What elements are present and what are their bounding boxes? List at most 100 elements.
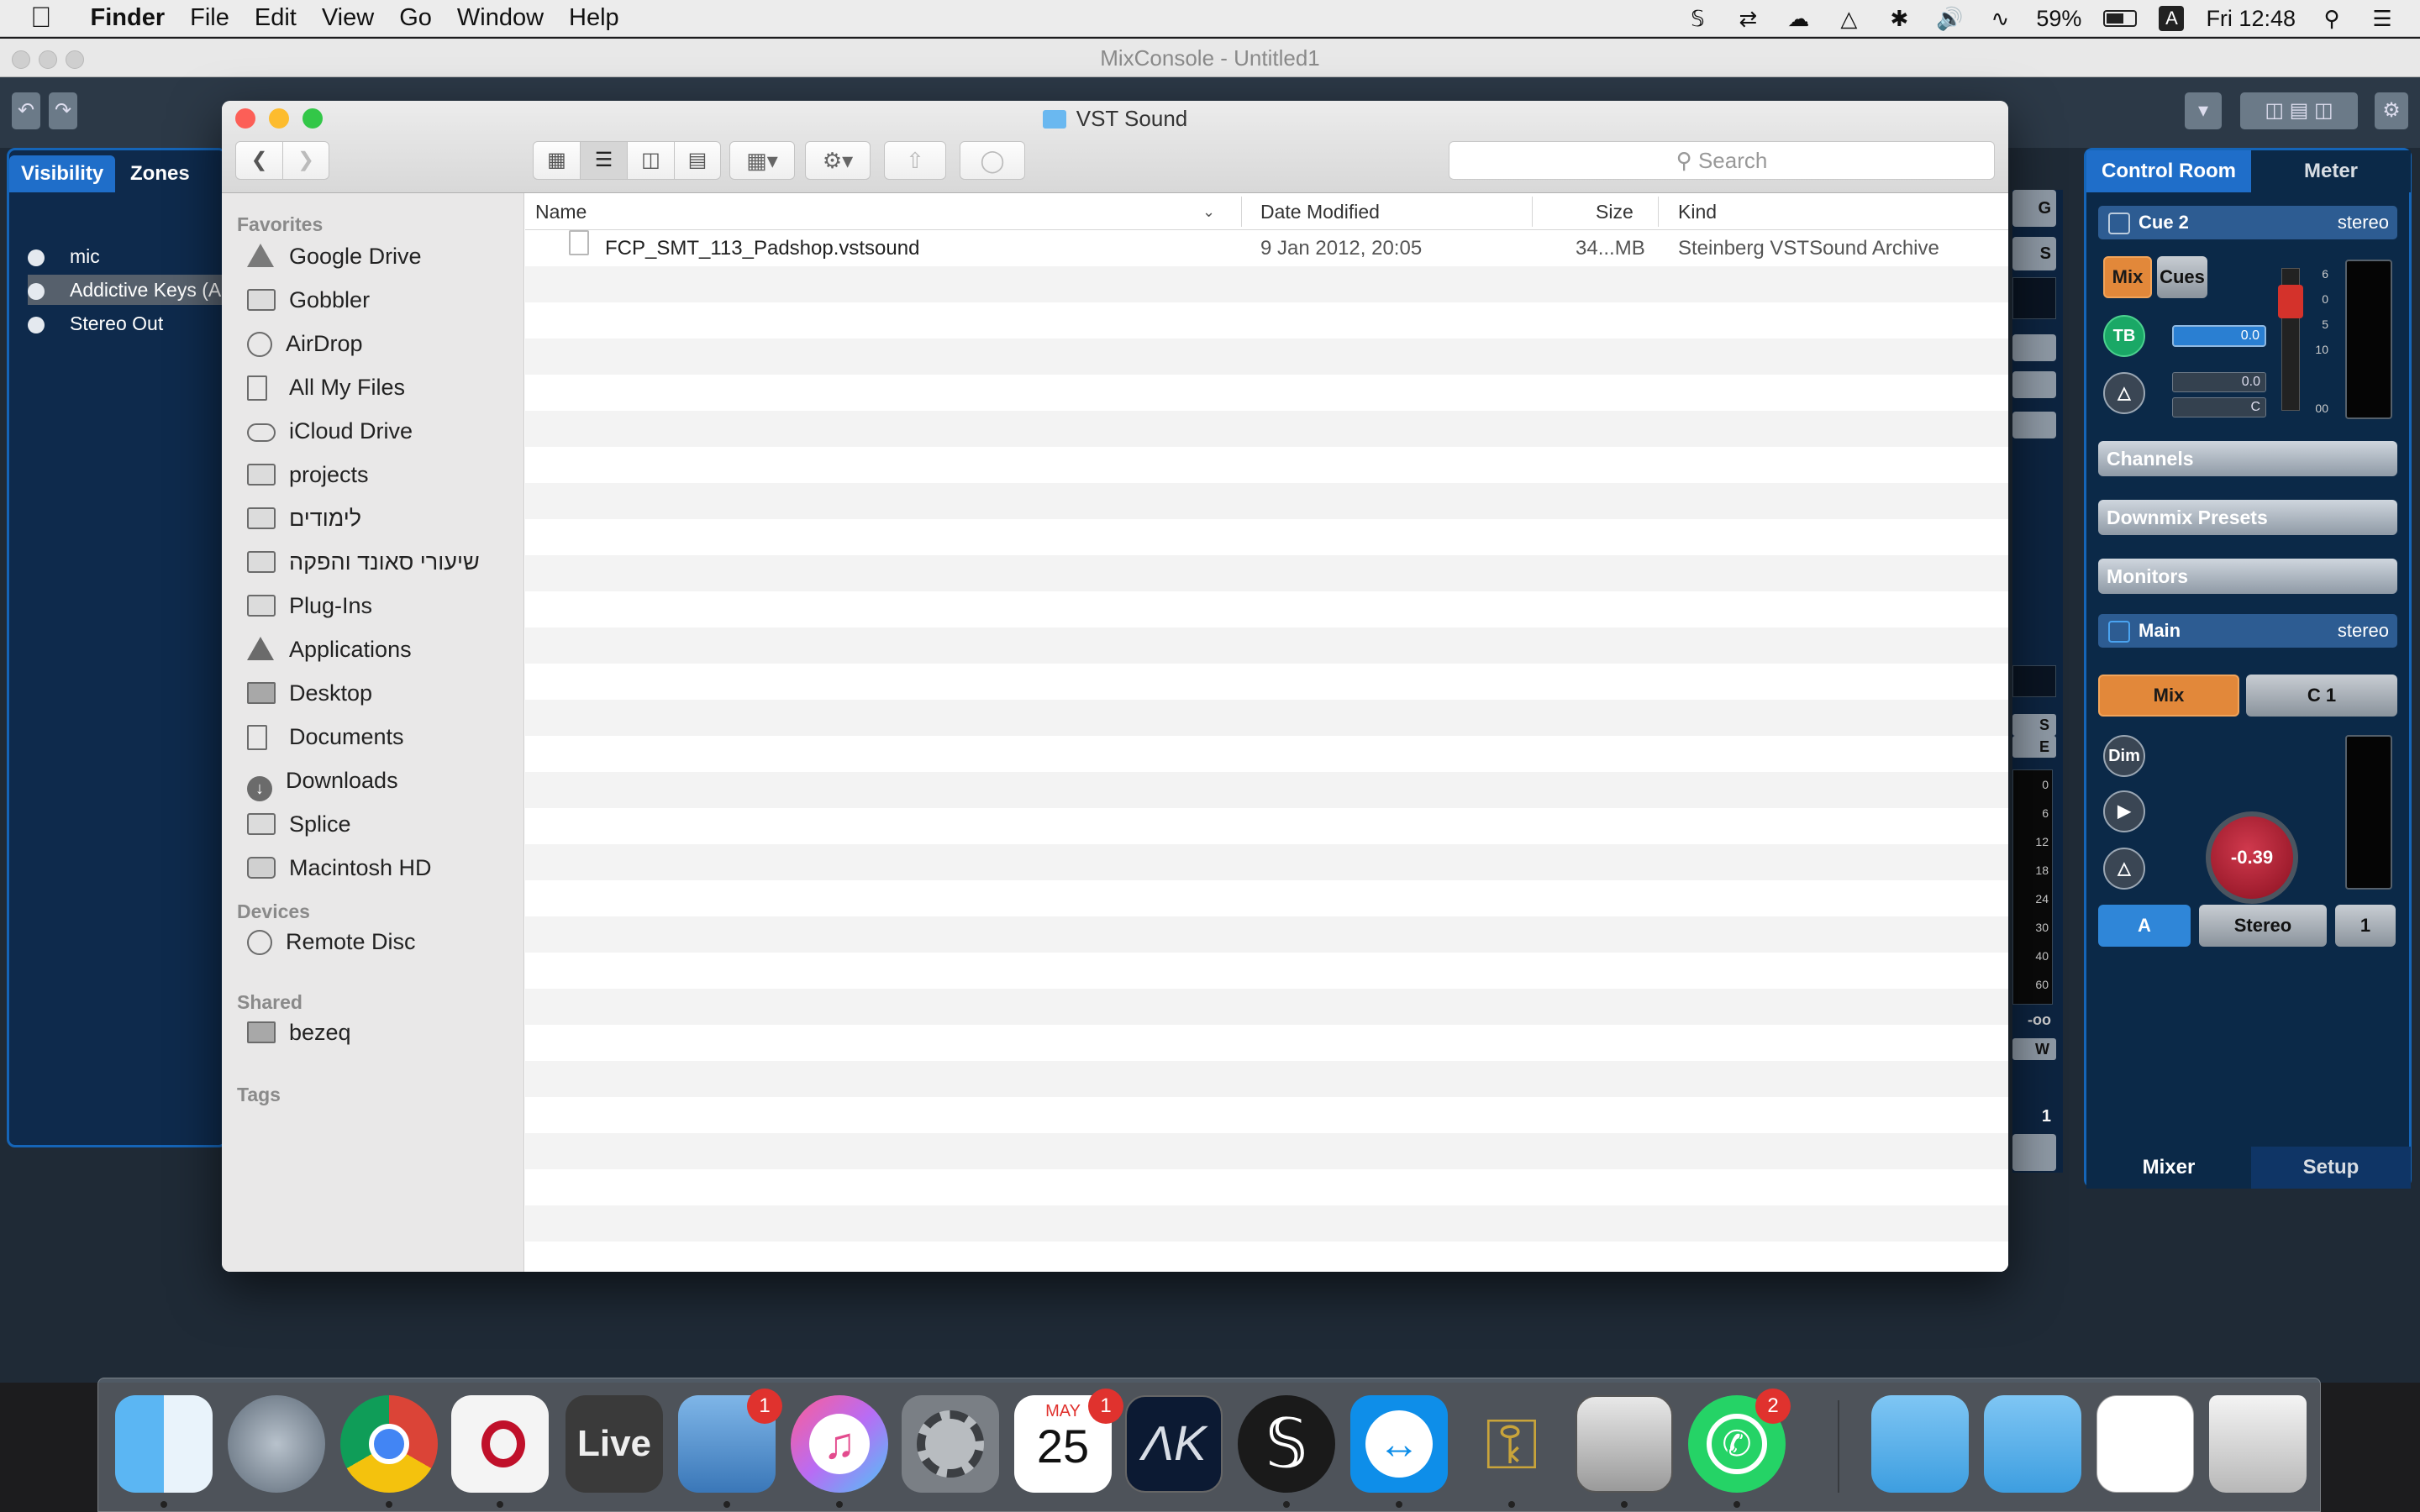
tab-visibility[interactable]: Visibility [9,155,116,192]
strip-slot[interactable] [2012,334,2056,361]
action-gear-icon[interactable]: ⚙▾ [805,141,871,180]
document-icon[interactable] [2096,1395,2194,1493]
documents-folder-icon[interactable] [1984,1395,2081,1493]
tab-meter[interactable]: Meter [2251,150,2411,192]
column-name[interactable]: Name [535,193,587,230]
sidebar-item-remote-disc[interactable]: Remote Disc [247,921,416,963]
metronome-icon[interactable]: △ [2103,848,2145,890]
addictive-keys-icon[interactable]: ΛK [1125,1395,1223,1493]
power-icon[interactable] [2108,621,2130,643]
audiofuse-icon[interactable] [1576,1395,1673,1493]
visibility-item-mic[interactable]: mic [28,241,229,271]
sidebar-item-icloud-drive[interactable]: iCloud Drive [247,410,413,452]
main-header[interactable]: Main stereo [2098,614,2397,648]
section-monitors[interactable]: Monitors [2098,559,2397,594]
teamviewer-icon[interactable]: ↔ [1350,1395,1448,1493]
listen-icon[interactable]: ▶ [2103,790,2145,832]
click-level[interactable]: 0.0 [2172,372,2266,392]
talkback-level[interactable]: 0.0 [2172,325,2266,347]
sidebar-item-airdrop[interactable]: AirDrop [247,323,363,365]
notification-center-icon[interactable]: ☰ [2368,6,2396,31]
search-field[interactable]: ⚲ Search [1449,141,1995,180]
strip-edit-button[interactable]: E [2012,736,2056,758]
gear-icon[interactable]: ⚙ [2375,92,2408,129]
menu-help[interactable]: Help [569,4,619,32]
column-divider[interactable] [1241,197,1242,227]
group-by-icon[interactable]: ▦▾ [729,141,795,180]
main-c1-button[interactable]: C 1 [2246,675,2397,717]
metronome-icon[interactable]: △ [2103,372,2145,414]
visibility-dot-icon[interactable] [28,249,45,266]
cue-fader-handle[interactable] [2278,285,2303,318]
visibility-dot-icon[interactable] [28,282,45,300]
strip-solo-button[interactable]: S [2012,714,2056,736]
menu-edit[interactable]: Edit [255,4,297,32]
strip-write-button[interactable]: W [2012,1038,2056,1060]
sidebar-item-documents[interactable]: Documents [247,716,404,758]
main-channel-button[interactable]: 1 [2335,905,2396,947]
column-date-modified[interactable]: Date Modified [1260,193,1380,230]
chrome-icon[interactable] [340,1395,438,1493]
menu-go[interactable]: Go [399,4,432,32]
sidebar-item-plug-ins[interactable]: Plug-Ins [247,585,372,627]
strip-slot[interactable] [2012,412,2056,438]
cue-cues-button[interactable]: Cues [2157,256,2207,298]
cue-header[interactable]: Cue 2 stereo [2098,206,2397,239]
list-view-icon[interactable]: ☰ [581,142,628,179]
launchpad-icon[interactable] [228,1395,325,1493]
menu-view[interactable]: View [322,4,374,32]
clock[interactable]: Fri 12:48 [2206,6,2296,32]
section-channels[interactable]: Channels [2098,441,2397,476]
teamviewer-icon[interactable]: ⇄ [1733,6,1762,31]
folder-icon[interactable] [1871,1395,1969,1493]
sidebar-item-applications[interactable]: Applications [247,628,412,670]
ableton-live-icon[interactable]: Live [566,1395,663,1493]
dropdown-icon[interactable]: ▾ [2185,92,2222,129]
close-button[interactable] [12,50,30,69]
main-mix-button[interactable]: Mix [2098,675,2239,717]
main-volume-knob[interactable]: -0.39 [2206,811,2298,904]
speaker-a-button[interactable]: A [2098,905,2191,947]
strip-slot[interactable] [2012,371,2056,398]
sidebar-item-macintosh-hd[interactable]: Macintosh HD [247,847,432,889]
visibility-item-stereo-out[interactable]: Stereo Out [28,308,229,339]
sidebar-item-all-my-files[interactable]: All My Files [247,366,405,408]
sidebar-item-studies[interactable]: לימודים [247,497,361,539]
back-arrow-icon[interactable]: ❮ [236,142,283,179]
tab-control-room[interactable]: Control Room [2086,150,2251,192]
icon-view-icon[interactable]: ▦ [534,142,581,179]
share-icon[interactable]: ⇧ [884,141,946,180]
sidebar-item-gobbler[interactable]: Gobbler [247,279,370,321]
tab-zones[interactable]: Zones [118,155,202,192]
sidebar-item-splice[interactable]: Splice [247,803,351,845]
wifi-icon[interactable]: ∿ [1986,6,2014,31]
layout-icons[interactable]: ◫ ▤ ◫ [2240,92,2358,129]
strip-name-slot[interactable] [2012,1134,2056,1171]
section-downmix-presets[interactable]: Downmix Presets [2098,500,2397,535]
zoom-button[interactable] [66,50,84,69]
click-pan[interactable]: C [2172,397,2266,417]
forward-arrow-icon[interactable]: ❯ [283,142,329,179]
downmix-stereo-button[interactable]: Stereo [2199,905,2327,947]
column-size[interactable]: Size [1596,193,1634,230]
cloud-icon[interactable]: ☁ [1784,6,1812,31]
finder-icon[interactable] [115,1395,213,1493]
dim-button[interactable]: Dim [2103,735,2145,777]
battery-percent[interactable]: 59% [2036,6,2081,32]
sort-chevron-icon[interactable]: ⌄ [1202,193,1215,230]
cubase-icon[interactable] [451,1395,549,1493]
volume-icon[interactable]: 🔊 [1935,6,1964,31]
redo-icon[interactable]: ↷ [49,92,77,129]
coverflow-view-icon[interactable]: ▤ [675,142,720,179]
airplay-icon[interactable]: △ [1834,6,1863,31]
sidebar-item-bezeq[interactable]: bezeq [247,1011,351,1053]
sidebar-item-downloads[interactable]: ↓ Downloads [247,759,398,801]
sidebar-item-desktop[interactable]: Desktop [247,672,372,714]
system-preferences-icon[interactable] [902,1395,999,1493]
column-divider[interactable] [1532,197,1533,227]
splice-icon[interactable]: 𝕊 [1238,1395,1335,1493]
power-icon[interactable] [2108,213,2130,235]
visibility-dot-icon[interactable] [28,316,45,333]
table-row[interactable]: FCP_SMT_113_Padshop.vstsound 9 Jan 2012,… [525,230,2008,266]
keychain-access-icon[interactable]: ⚿ [1463,1395,1560,1493]
